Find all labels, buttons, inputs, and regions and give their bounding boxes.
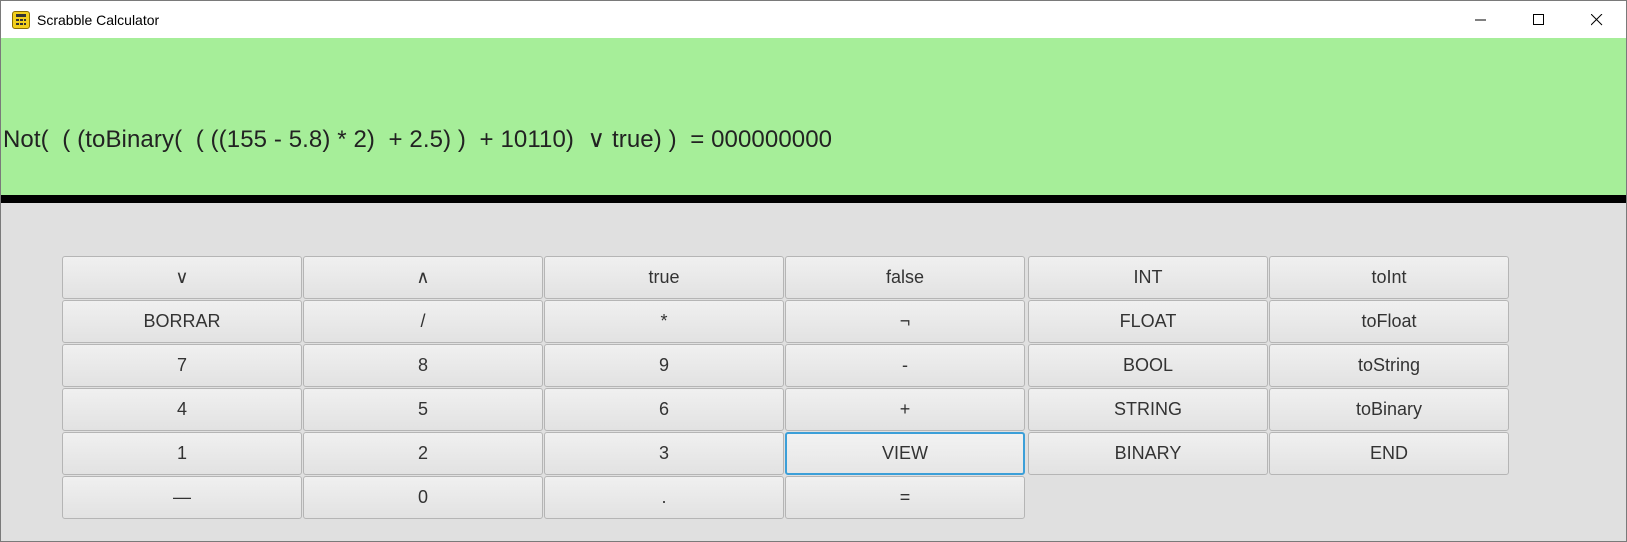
maximize-button[interactable] [1510,1,1568,38]
key-not[interactable]: ¬ [785,300,1025,343]
key-borrar[interactable]: BORRAR [62,300,302,343]
key-divide[interactable]: / [303,300,543,343]
key-binary[interactable]: BINARY [1028,432,1268,475]
key-end[interactable]: END [1269,432,1509,475]
key-false[interactable]: false [785,256,1025,299]
key-1[interactable]: 1 [62,432,302,475]
key-tofloat[interactable]: toFloat [1269,300,1509,343]
result-display: Not( ( (toBinary( ( ((155 - 5.8) * 2) + … [1,38,1626,195]
calculator-window: Scrabble Calculator Not( ( (toBinary( ( … [0,0,1627,542]
key-minus[interactable]: - [785,344,1025,387]
key-0[interactable]: 0 [303,476,543,519]
key-int[interactable]: INT [1028,256,1268,299]
key-and[interactable]: ∧ [303,256,543,299]
window-controls [1452,1,1626,38]
close-icon [1591,13,1603,25]
expression-result-text: Not( ( (toBinary( ( ((155 - 5.8) * 2) + … [3,126,833,153]
key-equals[interactable]: = [785,476,1025,519]
maximize-icon [1533,13,1544,25]
key-float[interactable]: FLOAT [1028,300,1268,343]
display-divider [1,195,1626,203]
key-5[interactable]: 5 [303,388,543,431]
key-tobinary[interactable]: toBinary [1269,388,1509,431]
key-function toString() { [native code] }[interactable]: toString [1269,344,1509,387]
key-9[interactable]: 9 [544,344,784,387]
key-true[interactable]: true [544,256,784,299]
key-3[interactable]: 3 [544,432,784,475]
key-7[interactable]: 7 [62,344,302,387]
key-2[interactable]: 2 [303,432,543,475]
minimize-button[interactable] [1452,1,1510,38]
key-6[interactable]: 6 [544,388,784,431]
key-dash[interactable]: — [62,476,302,519]
key-plus[interactable]: + [785,388,1025,431]
key-toint[interactable]: toInt [1269,256,1509,299]
calculator-app-icon [12,10,30,29]
key-decimal-point[interactable]: . [544,476,784,519]
key-view[interactable]: VIEW [785,432,1025,475]
minimize-icon [1475,19,1486,20]
key-or[interactable]: ∨ [62,256,302,299]
key-multiply[interactable]: * [544,300,784,343]
close-button[interactable] [1568,1,1626,38]
key-string[interactable]: STRING [1028,388,1268,431]
title-bar[interactable]: Scrabble Calculator [1,1,1626,38]
key-4[interactable]: 4 [62,388,302,431]
key-bool[interactable]: BOOL [1028,344,1268,387]
key-8[interactable]: 8 [303,344,543,387]
window-title: Scrabble Calculator [37,11,160,28]
